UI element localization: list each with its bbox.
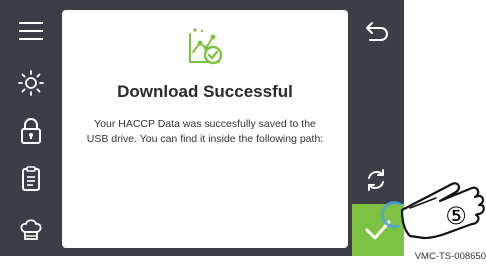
recipes-button[interactable] bbox=[16, 214, 46, 244]
lock-button[interactable] bbox=[16, 116, 46, 146]
brightness-button[interactable] bbox=[16, 68, 46, 98]
document-icon bbox=[22, 166, 40, 191]
back-arrow-icon bbox=[366, 22, 388, 41]
lock-icon bbox=[21, 118, 41, 144]
step-number-badge: ⑤ bbox=[445, 202, 467, 230]
sidebar bbox=[8, 12, 54, 248]
document-reference: VMC-TS-008650 bbox=[414, 251, 486, 262]
download-success-dialog: Download Successful Your HACCP Data was … bbox=[62, 10, 348, 248]
dialog-message: Your HACCP Data was succesfully saved to… bbox=[86, 118, 324, 145]
brightness-icon bbox=[18, 70, 44, 96]
device-screen: Download Successful Your HACCP Data was … bbox=[0, 0, 404, 256]
dialog-title: Download Successful bbox=[117, 82, 293, 101]
chef-hat-icon bbox=[20, 219, 42, 240]
menu-icon bbox=[19, 22, 43, 40]
document-button[interactable] bbox=[16, 164, 46, 194]
back-button[interactable] bbox=[358, 14, 394, 50]
menu-button[interactable] bbox=[16, 16, 46, 46]
usb-data-success-icon bbox=[189, 28, 223, 65]
